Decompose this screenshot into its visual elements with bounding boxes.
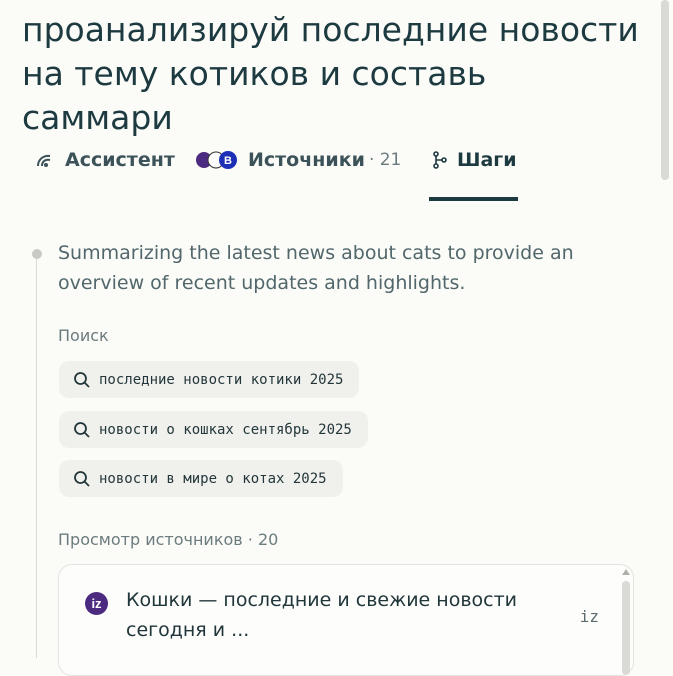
card-scroll-up-arrow[interactable] xyxy=(622,569,630,575)
search-query-chip[interactable]: последние новости котики 2025 xyxy=(59,361,360,398)
tab-bar: Ассистент B Источники · 21 Шаги xyxy=(0,140,673,202)
tab-assistant[interactable]: Ассистент xyxy=(35,140,175,180)
source-headline[interactable]: Кошки — последние и свежие новости сегод… xyxy=(126,585,546,645)
timeline-line xyxy=(36,255,37,658)
perplexity-swirl-icon xyxy=(35,151,57,169)
browse-sources-label: Просмотр источников · 20 xyxy=(58,530,279,549)
source-favicons-icon: B xyxy=(194,150,240,170)
source-domain: iz xyxy=(579,607,599,626)
step-summary: Summarizing the latest news about cats t… xyxy=(58,242,574,294)
search-query-chip[interactable]: новости в мире о котах 2025 xyxy=(59,460,343,497)
page-scrollbar[interactable] xyxy=(661,0,671,658)
izvestia-logo-icon: iz xyxy=(85,592,108,615)
card-scrollbar[interactable] xyxy=(622,581,630,675)
search-icon xyxy=(73,470,91,488)
sources-count: · 21 xyxy=(368,150,402,170)
tab-steps[interactable]: Шаги xyxy=(431,140,517,180)
tab-steps-label: Шаги xyxy=(457,149,517,171)
branch-icon xyxy=(431,151,449,169)
page-title: проанализируй последние новости на тему … xyxy=(22,10,639,137)
search-query-text: новости о кошках сентябрь 2025 xyxy=(99,421,352,438)
tab-sources[interactable]: B Источники · 21 xyxy=(194,140,401,180)
svg-text:B: B xyxy=(224,155,232,167)
tab-assistant-label: Ассистент xyxy=(65,149,175,171)
source-card[interactable]: iz Кошки — последние и свежие новости се… xyxy=(58,564,634,676)
search-icon xyxy=(73,371,91,389)
search-icon xyxy=(73,421,91,439)
search-label: Поиск xyxy=(58,326,109,345)
search-query-text: новости в мире о котах 2025 xyxy=(99,470,327,487)
search-query-text: последние новости котики 2025 xyxy=(99,371,344,388)
timeline-dot xyxy=(32,249,42,259)
active-tab-indicator xyxy=(429,197,518,201)
search-query-chip[interactable]: новости о кошках сентябрь 2025 xyxy=(59,411,368,448)
tab-sources-label: Источники xyxy=(248,149,365,171)
